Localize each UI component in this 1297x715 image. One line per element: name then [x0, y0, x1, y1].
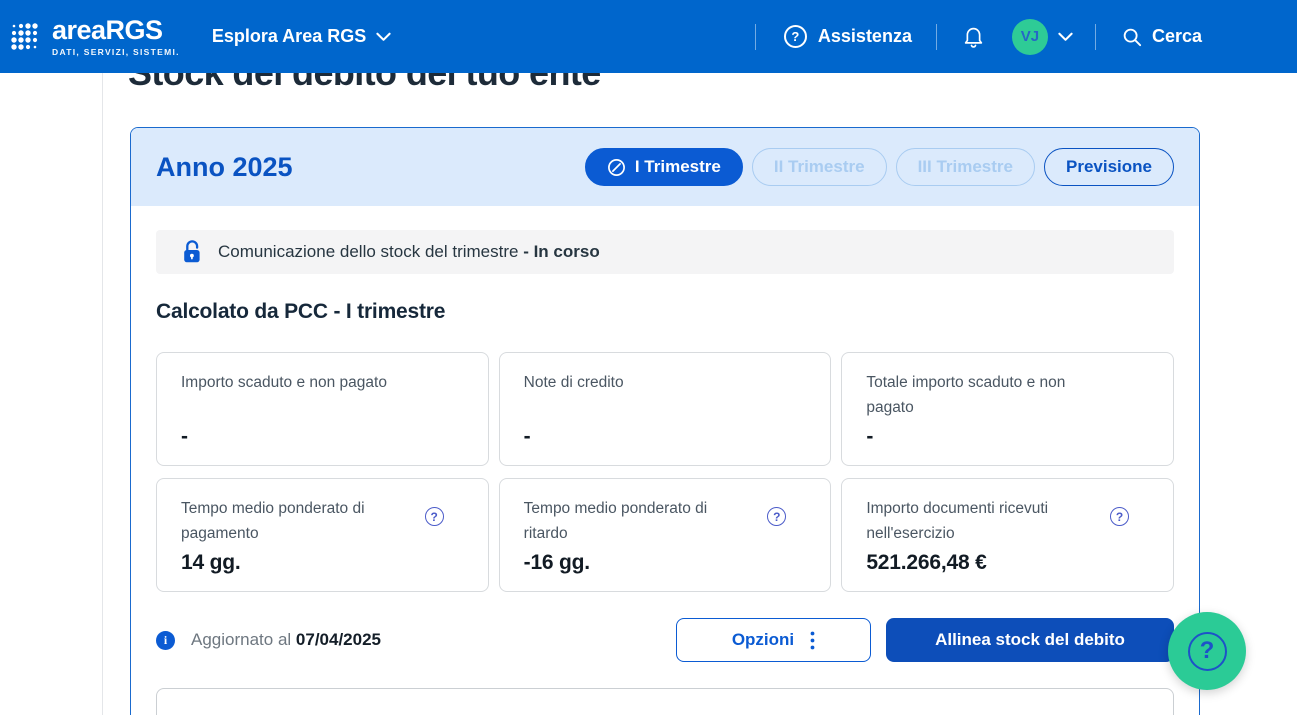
avatar-initials: VJ	[1021, 28, 1039, 45]
chevron-down-icon	[1058, 32, 1073, 42]
kpi-value: -16 gg.	[524, 551, 807, 575]
updated-date: 07/04/2025	[296, 630, 381, 649]
assistance-question-icon: ?	[784, 25, 807, 48]
kpi-importo-documenti: Importo documenti ricevuti nell'esercizi…	[841, 478, 1174, 592]
top-navbar: areaRGS DATI, SERVIZI, SISTEMI. Esplora …	[0, 0, 1297, 73]
banner-status: - In corso	[523, 242, 600, 261]
panel-body: Comunicazione dello stock del trimestre …	[131, 206, 1199, 715]
kpi-label: Importo scaduto e non pagato	[181, 371, 464, 396]
tab-previsione[interactable]: Previsione	[1044, 148, 1174, 186]
banner-text: Comunicazione dello stock del trimestre …	[218, 242, 600, 262]
question-glyph: ?	[1116, 510, 1123, 524]
search-icon	[1122, 27, 1142, 47]
app-window: Stock del debito del tuo ente areaRGS DA…	[0, 0, 1297, 715]
unlock-icon	[182, 240, 203, 264]
panel-header: Anno 2025 I Trimestre II Trimestre III T…	[131, 128, 1199, 206]
updated-prefix: Aggiornato al	[191, 630, 291, 649]
panel-footer: i Aggiornato al 07/04/2025 Opzioni	[156, 618, 1174, 662]
nav-divider	[936, 24, 937, 50]
explore-label: Esplora Area RGS	[212, 26, 366, 47]
stock-debito-panel: Anno 2025 I Trimestre II Trimestre III T…	[130, 127, 1200, 715]
tab-ii-trimestre: II Trimestre	[752, 148, 887, 186]
in-progress-icon	[607, 158, 626, 177]
tab-i-trimestre[interactable]: I Trimestre	[585, 148, 743, 186]
arearg-logo[interactable]: areaRGS DATI, SERVIZI, SISTEMI.	[10, 17, 180, 57]
kpi-label: Note di credito	[524, 371, 807, 396]
tab-label: I Trimestre	[635, 157, 721, 177]
assistance-link[interactable]: Assistenza	[818, 26, 912, 47]
communication-status-banner: Comunicazione dello stock del trimestre …	[156, 230, 1174, 274]
tab-iii-trimestre: III Trimestre	[896, 148, 1035, 186]
question-glyph: ?	[430, 510, 437, 524]
nav-divider	[755, 24, 756, 50]
logo-tagline: DATI, SERVIZI, SISTEMI.	[52, 47, 180, 57]
help-tooltip-icon[interactable]: ?	[1110, 507, 1129, 526]
next-section-card	[156, 688, 1174, 715]
kpi-note-credito: Note di credito -	[499, 352, 832, 466]
kpi-value: -	[866, 425, 1149, 449]
updated-info: i Aggiornato al 07/04/2025	[156, 630, 381, 650]
tab-label: II Trimestre	[774, 157, 865, 177]
kpi-totale-importo: Totale importo scaduto e non pagato -	[841, 352, 1174, 466]
notifications-button[interactable]	[963, 25, 984, 48]
navbar-right-group: ? Assistenza VJ	[755, 19, 1297, 55]
floating-help-button[interactable]: ?	[1168, 612, 1246, 690]
question-circle-icon: ?	[1188, 632, 1227, 671]
avatar[interactable]: VJ	[1012, 19, 1048, 55]
kpi-grid: Importo scaduto e non pagato - Note di c…	[156, 352, 1174, 592]
banner-message: Comunicazione dello stock del trimestre	[218, 242, 518, 261]
info-icon: i	[156, 631, 175, 650]
year-title: Anno 2025	[156, 152, 293, 183]
chevron-down-icon	[376, 32, 391, 42]
profile-menu-button[interactable]	[1058, 32, 1073, 42]
options-button[interactable]: Opzioni	[676, 618, 871, 662]
search-button[interactable]: Cerca	[1122, 26, 1202, 47]
dot-grid-logo-icon	[10, 21, 41, 52]
trimester-tabs: I Trimestre II Trimestre III Trimestre P…	[585, 148, 1174, 186]
kpi-label: Tempo medio ponderato di pagamento	[181, 497, 464, 547]
bell-icon	[963, 25, 984, 48]
kpi-value: 14 gg.	[181, 551, 464, 575]
info-glyph: i	[164, 633, 167, 648]
kpi-label: Totale importo scaduto e non pagato	[866, 371, 1149, 421]
nav-divider	[1095, 24, 1096, 50]
footer-actions: Opzioni Allinea stock del debito	[676, 618, 1174, 662]
kpi-value: -	[181, 425, 464, 449]
align-stock-button[interactable]: Allinea stock del debito	[886, 618, 1174, 662]
search-label: Cerca	[1152, 26, 1202, 47]
options-label: Opzioni	[732, 630, 794, 650]
kpi-label: Tempo medio ponderato di ritardo	[524, 497, 807, 547]
question-glyph: ?	[791, 29, 799, 44]
kpi-importo-scaduto: Importo scaduto e non pagato -	[156, 352, 489, 466]
kpi-tempo-ritardo: Tempo medio ponderato di ritardo -16 gg.…	[499, 478, 832, 592]
kpi-label: Importo documenti ricevuti nell'esercizi…	[866, 497, 1149, 547]
tab-label: III Trimestre	[918, 157, 1013, 177]
content-left-border	[102, 73, 103, 715]
section-title: Calcolato da PCC - I trimestre	[156, 300, 1174, 324]
kpi-tempo-pagamento: Tempo medio ponderato di pagamento 14 gg…	[156, 478, 489, 592]
kpi-value: -	[524, 425, 807, 449]
updated-text: Aggiornato al 07/04/2025	[191, 630, 381, 650]
explore-menu-button[interactable]: Esplora Area RGS	[212, 26, 391, 47]
tab-label: Previsione	[1066, 157, 1152, 177]
question-glyph: ?	[1200, 637, 1215, 665]
logo-wordmark: areaRGS	[52, 17, 180, 44]
kebab-menu-icon	[810, 631, 815, 650]
kpi-value: 521.266,48 €	[866, 551, 1149, 575]
help-tooltip-icon[interactable]: ?	[425, 507, 444, 526]
question-glyph: ?	[773, 510, 780, 524]
